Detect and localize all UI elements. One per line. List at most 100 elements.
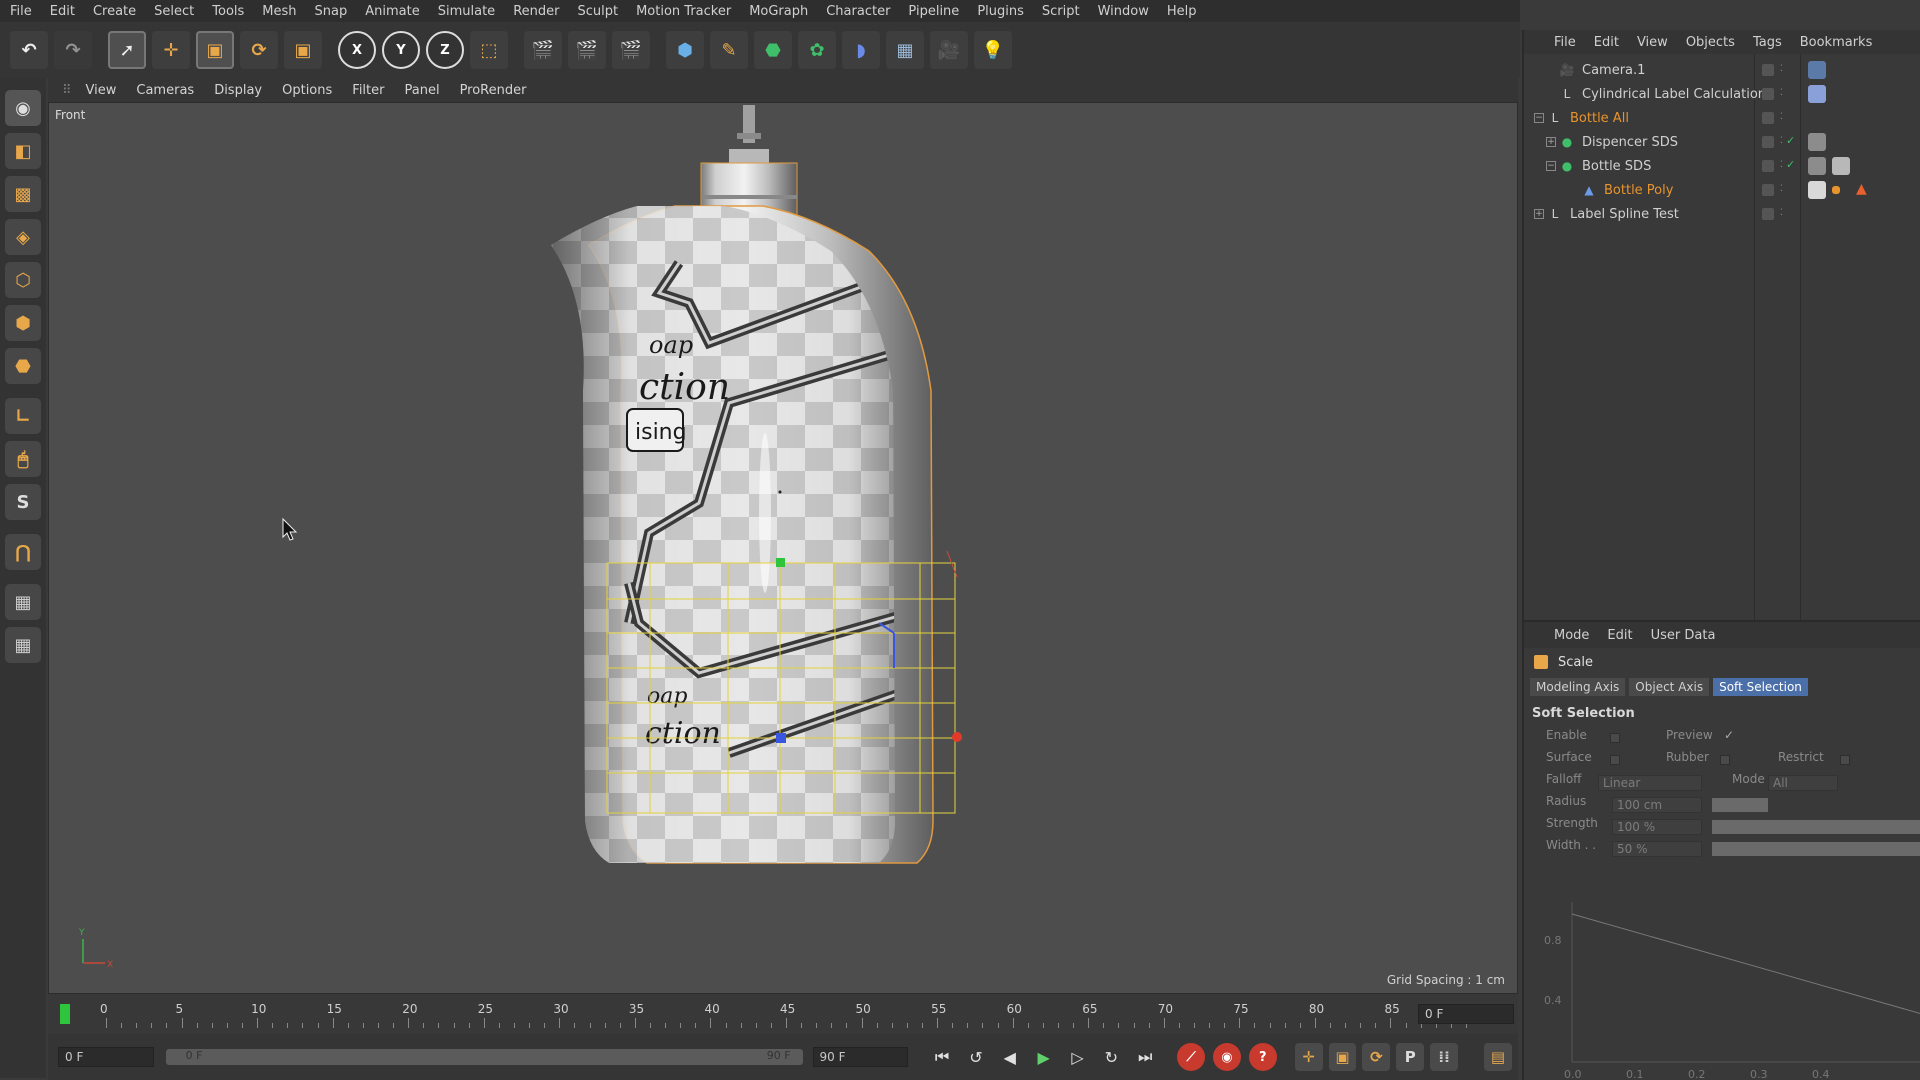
next-frame-button[interactable]: ▷	[1064, 1043, 1092, 1071]
pen-button[interactable]: ✎	[710, 31, 748, 69]
width-slider[interactable]	[1712, 842, 1920, 856]
tab-object-axis[interactable]: Object Axis	[1629, 678, 1710, 696]
subdivision-button[interactable]: ⬣	[754, 31, 792, 69]
key-position-button[interactable]: ✛	[1294, 1043, 1323, 1071]
menu-select[interactable]: Select	[154, 4, 194, 19]
am-menu-mode[interactable]: Mode	[1554, 628, 1589, 643]
z-axis-handle[interactable]	[776, 733, 786, 743]
object-name[interactable]: Label Spline Test	[1570, 207, 1679, 222]
object-name[interactable]: Cylindrical Label Calculation	[1582, 87, 1766, 102]
editor-render-dots[interactable]: ⁚	[1780, 64, 1788, 76]
scale-tool-button[interactable]: ▣	[196, 31, 234, 69]
editor-render-dots[interactable]: ⁚	[1780, 112, 1788, 124]
viewport-menu-cameras[interactable]: Cameras	[136, 83, 194, 98]
cloner-button[interactable]: ✿	[798, 31, 836, 69]
autokeying-button[interactable]: ◉	[1213, 1043, 1241, 1071]
recent-tool-button[interactable]: ▣	[284, 31, 322, 69]
menu-edit[interactable]: Edit	[50, 4, 75, 19]
enable-checkbox[interactable]	[1610, 733, 1620, 743]
menu-render[interactable]: Render	[513, 4, 559, 19]
live-selection-button[interactable]: ➚	[108, 31, 146, 69]
make-editable-button[interactable]: ◉	[5, 90, 41, 126]
viewport-menu-panel[interactable]: Panel	[404, 83, 439, 98]
warning-tag[interactable]: ▲	[1856, 181, 1874, 199]
mode-dropdown[interactable]: All	[1768, 775, 1838, 791]
om-menu-objects[interactable]: Objects	[1686, 35, 1735, 50]
y-axis-handle[interactable]	[776, 558, 785, 567]
render-settings-button[interactable]: 🎬	[612, 31, 650, 69]
am-menu-user-data[interactable]: User Data	[1651, 628, 1716, 643]
coordinate-system-button[interactable]: ⬚	[470, 31, 508, 69]
preview-checkbox[interactable]: ✓	[1724, 728, 1734, 742]
deformer-button[interactable]: ◗	[842, 31, 880, 69]
viewport-menu-prorender[interactable]: ProRender	[460, 83, 527, 98]
end-frame-field[interactable]: 90 F	[812, 1047, 909, 1067]
uvw-tag[interactable]	[1832, 186, 1840, 194]
falloff-dropdown[interactable]: Linear	[1598, 775, 1702, 791]
z-axis-lock-button[interactable]: Z	[426, 31, 464, 69]
object-row-bottle-sds[interactable]: − ● Bottle SDS ⁚ ✓	[1524, 154, 1920, 178]
object-row-camera-1[interactable]: 🎥 Camera.1 ⁚	[1524, 58, 1920, 82]
expand-toggle[interactable]: +	[1534, 209, 1544, 219]
strength-field[interactable]: 100 %	[1612, 819, 1702, 835]
radius-field[interactable]: 100 cm	[1612, 797, 1702, 813]
previous-key-button[interactable]: ↺	[962, 1043, 990, 1071]
strength-slider[interactable]	[1712, 820, 1920, 834]
width-field[interactable]: 50 %	[1612, 841, 1702, 857]
edges-mode-button[interactable]: ⬢	[5, 305, 41, 341]
menu-script[interactable]: Script	[1042, 4, 1080, 19]
enabled-check-icon[interactable]: ✓	[1786, 134, 1795, 147]
keyframe-selection-button[interactable]: ?	[1248, 1043, 1277, 1071]
key-pla-button[interactable]: ⁞⁞	[1430, 1043, 1459, 1071]
om-menu-file[interactable]: File	[1554, 35, 1576, 50]
menu-create[interactable]: Create	[93, 4, 136, 19]
am-menu-edit[interactable]: Edit	[1607, 628, 1632, 643]
editor-render-dots[interactable]: ⁚	[1780, 184, 1788, 196]
go-to-end-button[interactable]: ⏭	[1131, 1043, 1159, 1071]
previous-frame-button[interactable]: ◀	[996, 1043, 1024, 1071]
timeline[interactable]: 051015202530354045505560657075808590 0 F	[48, 994, 1518, 1034]
bottle-body[interactable]: oap ction ising oap ction	[549, 203, 949, 873]
x-axis-handle[interactable]	[952, 732, 962, 742]
object-row-label-spline-test[interactable]: + L Label Spline Test ⁚	[1524, 202, 1920, 226]
layer-visibility-toggle[interactable]	[1762, 208, 1774, 220]
render-view-button[interactable]: 🎬	[524, 31, 562, 69]
model-mode-button[interactable]: ◧	[5, 133, 41, 169]
layer-visibility-toggle[interactable]	[1762, 160, 1774, 172]
menu-mesh[interactable]: Mesh	[262, 4, 296, 19]
expand-toggle[interactable]: −	[1534, 113, 1544, 123]
editor-render-dots[interactable]: ⁚	[1780, 208, 1788, 220]
object-row-bottle-poly[interactable]: ▲ Bottle Poly ⁚ ▲	[1524, 178, 1920, 202]
workplane-lock-button[interactable]: ▦	[5, 584, 41, 620]
menu-tools[interactable]: Tools	[212, 4, 244, 19]
menu-help[interactable]: Help	[1167, 4, 1197, 19]
snap-button[interactable]: S	[5, 484, 41, 520]
editor-render-dots[interactable]: ⁚	[1780, 88, 1788, 100]
menu-pipeline[interactable]: Pipeline	[908, 4, 959, 19]
record-active-objects-button[interactable]: ⟋	[1177, 1043, 1205, 1071]
viewport-menu-filter[interactable]: Filter	[352, 83, 384, 98]
material-tag[interactable]	[1808, 133, 1826, 151]
tab-soft-selection[interactable]: Soft Selection	[1713, 678, 1808, 696]
menu-animate[interactable]: Animate	[365, 4, 419, 19]
om-menu-bookmarks[interactable]: Bookmarks	[1800, 35, 1873, 50]
y-axis-lock-button[interactable]: Y	[382, 31, 420, 69]
menu-snap[interactable]: Snap	[315, 4, 348, 19]
menu-plugins[interactable]: Plugins	[977, 4, 1024, 19]
undo-button[interactable]: ↶	[10, 31, 48, 69]
workplane-mode-button[interactable]: ◈	[5, 219, 41, 255]
phong-tag[interactable]	[1832, 157, 1850, 175]
light-button[interactable]: 💡	[974, 31, 1012, 69]
move-tool-button[interactable]: ✛	[152, 31, 190, 69]
rubber-checkbox[interactable]	[1720, 755, 1730, 765]
om-menu-view[interactable]: View	[1637, 35, 1668, 50]
surface-checkbox[interactable]	[1610, 755, 1620, 765]
menu-sculpt[interactable]: Sculpt	[577, 4, 618, 19]
expand-toggle[interactable]: +	[1546, 137, 1556, 147]
points-mode-button[interactable]: ⬡	[5, 262, 41, 298]
material-tag[interactable]	[1808, 157, 1826, 175]
expand-toggle[interactable]: −	[1546, 161, 1556, 171]
checker-material-tag[interactable]	[1808, 181, 1826, 199]
xpresso-tag[interactable]	[1808, 85, 1826, 103]
falloff-curve-graph[interactable]: 0.8 0.4 0.0 0.1 0.2 0.3 0.4	[1540, 892, 1920, 1080]
